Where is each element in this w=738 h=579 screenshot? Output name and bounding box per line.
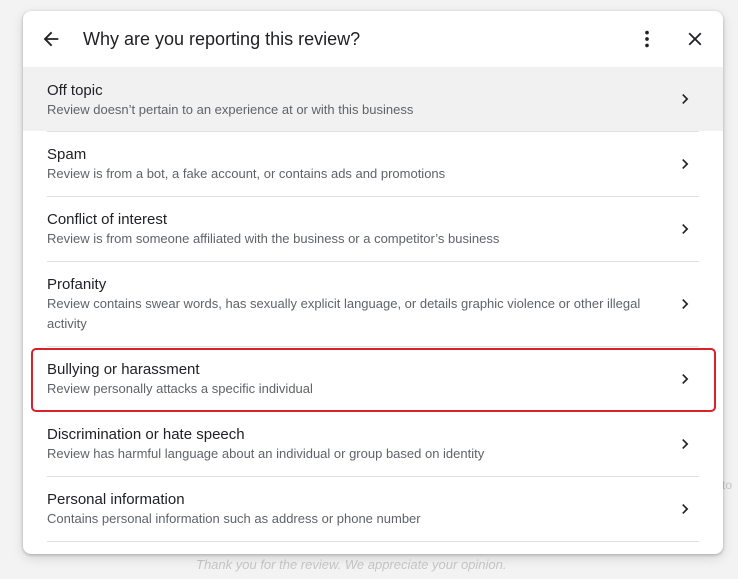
divider xyxy=(47,541,699,542)
option-description: Review personally attacks a specific ind… xyxy=(47,381,313,396)
option-description: Review is from a bot, a fake account, or… xyxy=(47,166,446,181)
option-title: Bullying or harassment xyxy=(47,361,200,378)
report-option-off-topic[interactable]: Off topic Review doesn’t pertain to an e… xyxy=(23,67,723,131)
chevron-right-icon xyxy=(682,439,689,449)
option-description: Review contains swear words, has sexuall… xyxy=(47,296,641,331)
report-option-discrimination-or-hate-speech[interactable]: Discrimination or hate speech Review has… xyxy=(23,412,723,476)
background-hint-text: to xyxy=(722,478,733,492)
more-options-button[interactable] xyxy=(633,25,661,53)
dialog-header: Why are you reporting this review? xyxy=(23,11,723,67)
option-description: Review is from someone affiliated with t… xyxy=(47,231,500,246)
report-review-dialog: Why are you reporting this review? Off t… xyxy=(23,11,723,554)
option-description: Review has harmful language about an ind… xyxy=(47,446,485,461)
chevron-right-icon xyxy=(682,374,689,384)
chevron-right-icon xyxy=(682,504,689,514)
option-description: Review doesn’t pertain to an experience … xyxy=(47,102,414,117)
background-footer-text: Thank you for the review. We appreciate … xyxy=(196,557,507,572)
report-option-personal-information[interactable]: Personal information Contains personal i… xyxy=(23,477,723,541)
option-title: Profanity xyxy=(47,276,107,293)
dialog-title: Why are you reporting this review? xyxy=(83,29,361,49)
report-option-profanity[interactable]: Profanity Review contains swear words, h… xyxy=(23,262,723,346)
chevron-right-icon xyxy=(682,299,689,309)
arrow-back-icon xyxy=(43,31,59,47)
close-button[interactable] xyxy=(681,25,709,53)
back-button[interactable] xyxy=(37,25,65,53)
chevron-right-icon xyxy=(682,159,689,169)
option-description: Contains personal information such as ad… xyxy=(47,511,421,526)
report-option-bullying-or-harassment[interactable]: Bullying or harassment Review personally… xyxy=(23,347,723,411)
report-option-conflict-of-interest[interactable]: Conflict of interest Review is from some… xyxy=(23,197,723,261)
option-title: Conflict of interest xyxy=(47,211,168,228)
more-vert-icon xyxy=(645,30,649,48)
chevron-right-icon xyxy=(682,224,689,234)
report-option-spam[interactable]: Spam Review is from a bot, a fake accoun… xyxy=(23,132,723,196)
option-title: Spam xyxy=(47,146,87,163)
option-title: Discrimination or hate speech xyxy=(47,426,245,443)
option-title: Personal information xyxy=(47,491,185,508)
close-icon xyxy=(688,32,702,46)
chevron-right-icon xyxy=(682,94,689,104)
option-title: Off topic xyxy=(47,82,103,99)
